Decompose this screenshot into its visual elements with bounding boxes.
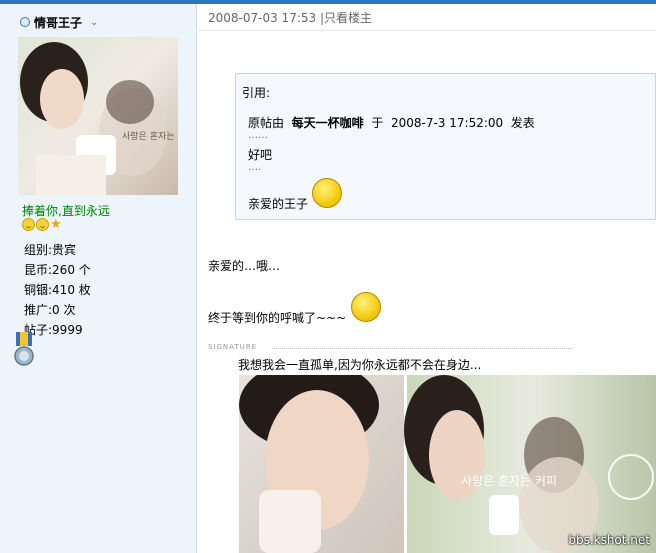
user-sidebar: 情哥王子 ⌄ 사랑은 혼자는 커피 捧着你,直到永远 ★ [0, 4, 197, 553]
quote-time: 2008-7-3 17:52:00 [390, 116, 504, 130]
quote-box: 引用: 原帖由 每天一杯咖啡 于 2008-7-3 17:52:00 发表 ……… [235, 73, 656, 220]
post-header: 2008-07-03 17:53 |只看楼主 [198, 4, 656, 31]
crying-smiley-icon [351, 292, 381, 322]
quote-ellipsis: …… [248, 130, 268, 141]
post-timestamp: 2008-07-03 17:53 |只看楼主 [208, 11, 373, 25]
shy-smiley-icon [312, 178, 342, 208]
signature-photo: 사랑은 혼자는 커피 [239, 375, 656, 553]
post-body-line: 终于等到你的呼喊了~~~ [208, 311, 347, 325]
signature-label: SIGNATURE [208, 343, 258, 351]
chevron-down-icon[interactable]: ⌄ [90, 17, 98, 28]
smiley-icon [36, 218, 49, 231]
signature-divider: SIGNATURE [208, 343, 573, 353]
divider [272, 348, 573, 349]
star-icon: ★ [50, 217, 62, 232]
stat-group: 组别:贵宾 [24, 243, 77, 257]
signature-image: 사랑은 혼자는 커피 bbs.kshot.net [239, 375, 656, 553]
stat-coins: 昆币:260 个 [24, 263, 91, 277]
avatar-image: 사랑은 혼자는 커피 [18, 37, 178, 195]
avatar-caption: 사랑은 혼자는 커피 [122, 130, 178, 142]
photo-caption: 사랑은 혼자는 커피 [461, 474, 557, 488]
quote-ellipsis: …. [248, 162, 262, 173]
stat-promote: 推广:0 次 [24, 303, 76, 317]
quote-source: 原帖由 每天一杯咖啡 于 2008-7-3 17:52:00 发表 [248, 116, 535, 130]
online-status-icon [20, 17, 30, 27]
user-signature: 捧着你,直到永远 [22, 204, 110, 218]
quote-label: 引用: [242, 86, 271, 100]
post-body-line: 亲爱的…哦… [208, 259, 281, 273]
quote-text-line: 亲爱的王子 [248, 197, 309, 211]
rank-icons: ★ [22, 218, 62, 231]
avatar: 사랑은 혼자는 커피 [18, 37, 178, 195]
quote-text-line: 好吧 [248, 148, 273, 162]
signature-text: 我想我会一直孤单,因为你永远都不会在身边... [238, 358, 482, 372]
username-link[interactable]: 情哥王子 [34, 14, 82, 31]
medal-icon [14, 332, 34, 366]
quote-author[interactable]: 每天一杯咖啡 [292, 116, 364, 130]
only-author-link[interactable]: |只看楼主 [320, 11, 372, 25]
smiley-icon [22, 218, 35, 231]
user-header: 情哥王子 ⌄ [20, 14, 98, 30]
watermark: bbs.kshot.net [568, 533, 650, 547]
stat-copper: 铜锢:410 枚 [24, 283, 91, 297]
user-stats: 组别:贵宾 昆币:260 个 铜锢:410 枚 推广:0 次 帖子:9999 [24, 240, 91, 340]
